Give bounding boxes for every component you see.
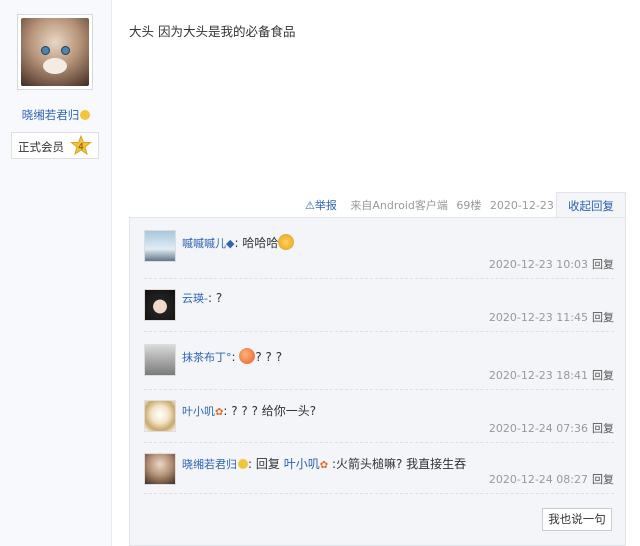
reply-line: 抹茶布丁°: ? ? ? — [182, 348, 283, 364]
author-name[interactable]: 晓缃若君归 — [0, 107, 112, 123]
reply-button[interactable]: 回复 — [592, 473, 614, 486]
reply-text: ? — [215, 291, 223, 305]
reply-avatar[interactable] — [144, 230, 176, 262]
maple-leaf-icon: ✿ — [215, 407, 224, 418]
level-star-icon: 4 — [70, 135, 92, 156]
floor-number: 69楼 — [456, 199, 482, 212]
reply-text: ? ? ? 给你一头? — [231, 404, 317, 418]
member-badge: 正式会员 4 — [11, 132, 99, 159]
reply-item: 叶小叽✿: ? ? ? 给你一头? 2020-12-24 07:36 回复 — [144, 390, 614, 443]
reply-time: 2020-12-24 07:36 — [488, 422, 588, 435]
member-badge-label: 正式会员 — [18, 140, 64, 154]
reply-target[interactable]: 叶小叽 — [284, 457, 320, 471]
cat-avatar-image — [21, 18, 89, 86]
smile-emoji-icon — [80, 110, 91, 120]
reply-item: 抹茶布丁°: ? ? ? 2020-12-23 18:41 回复 — [144, 332, 614, 390]
reply-line: 嘁嘁嘁儿◆: 哈哈哈 — [182, 234, 295, 251]
author-name-text[interactable]: 晓缃若君归 — [22, 108, 80, 122]
level-number: 4 — [78, 143, 84, 153]
reply-footer: 2020-12-23 18:41 回复 — [489, 367, 614, 383]
reply-time: 2020-12-23 11:45 — [488, 311, 588, 324]
reply-word: 回复 — [255, 457, 280, 471]
reply-author[interactable]: 嘁嘁嘁儿◆ — [182, 237, 234, 250]
reply-list: 嘁嘁嘁儿◆: 哈哈哈 2020-12-23 10:03 回复 云瑛-: ? 202… — [129, 217, 626, 546]
reply-author[interactable]: 云瑛- — [182, 292, 208, 305]
collapse-replies-button[interactable]: 收起回复 — [556, 192, 626, 218]
author-avatar[interactable] — [17, 14, 93, 90]
reply-footer: 2020-12-23 10:03 回复 — [489, 256, 614, 272]
reply-item: 云瑛-: ? 2020-12-23 11:45 回复 — [144, 279, 614, 332]
reply-avatar[interactable] — [144, 289, 176, 321]
report-label[interactable]: 举报 — [315, 199, 337, 212]
post-meta-bar: ⚠举报 来自Android客户端 69楼 2020-12-23 09:51 — [305, 197, 594, 213]
report-link[interactable]: ⚠举报 — [305, 199, 342, 212]
reply-text: ? ? ? — [255, 350, 283, 364]
reply-footer: 2020-12-24 08:27 回复 — [489, 471, 614, 487]
reply-text: 哈哈哈 — [242, 236, 279, 250]
reply-button[interactable]: 回复 — [592, 369, 614, 382]
author-sidebar: 晓缃若君归 正式会员 4 — [0, 0, 112, 546]
reply-time: 2020-12-24 08:27 — [488, 473, 588, 486]
reply-avatar[interactable] — [144, 453, 176, 485]
smile-emoji-icon — [238, 459, 248, 469]
reply-author[interactable]: 晓缃若君归 — [182, 458, 237, 471]
tomato-emoji-icon — [239, 348, 256, 364]
say-something-button[interactable]: 我也说一句 — [542, 508, 612, 531]
reply-avatar[interactable] — [144, 400, 176, 432]
reply-footer: 2020-12-24 07:36 回复 — [489, 420, 614, 436]
post-content: 大头 因为大头是我的必备食品 — [129, 24, 296, 39]
reply-text: :火箭头槌嘛? 我直接生吞 — [331, 457, 467, 471]
reply-author[interactable]: 叶小叽 — [182, 405, 215, 418]
reply-time: 2020-12-23 10:03 — [488, 258, 588, 271]
post-source: 来自Android客户端 — [350, 199, 448, 212]
angry-emoji-icon — [278, 234, 295, 250]
reply-line: 云瑛-: ? — [182, 291, 223, 305]
reply-footer: 2020-12-23 11:45 回复 — [489, 309, 614, 325]
reply-item: 晓缃若君归: 回复 叶小叽✿ :火箭头槌嘛? 我直接生吞 2020-12-24 … — [144, 443, 614, 494]
reply-button[interactable]: 回复 — [592, 422, 614, 435]
reply-time: 2020-12-23 18:41 — [488, 369, 588, 382]
maple-leaf-icon: ✿ — [319, 460, 329, 471]
reply-avatar[interactable] — [144, 344, 176, 376]
reply-line: 晓缃若君归: 回复 叶小叽✿ :火箭头槌嘛? 我直接生吞 — [182, 457, 467, 471]
reply-line: 叶小叽✿: ? ? ? 给你一头? — [182, 404, 317, 418]
reply-author[interactable]: 抹茶布丁° — [182, 351, 232, 364]
reply-item: 嘁嘁嘁儿◆: 哈哈哈 2020-12-23 10:03 回复 — [144, 218, 614, 279]
reply-button[interactable]: 回复 — [592, 311, 614, 324]
reply-button[interactable]: 回复 — [592, 258, 614, 271]
